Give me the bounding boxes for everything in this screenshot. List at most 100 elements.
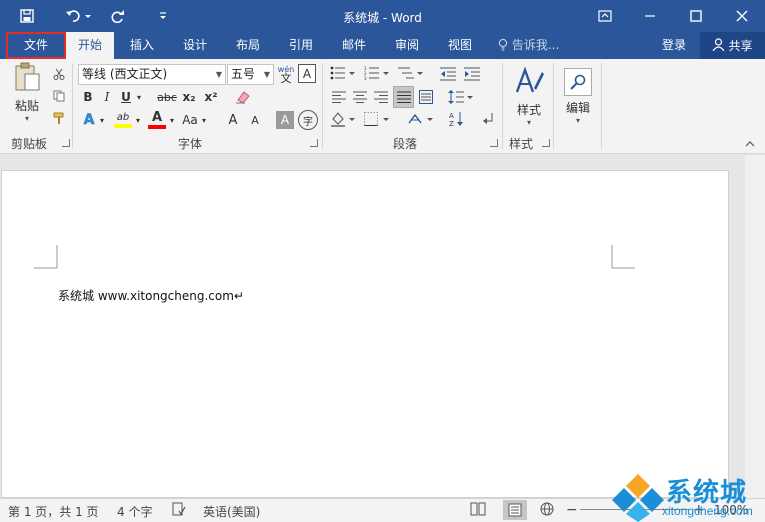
styles-label: 样式	[516, 102, 541, 117]
numbering-button[interactable]: 123	[362, 64, 392, 84]
sort-icon[interactable]: AZ	[447, 109, 467, 129]
superscript-button[interactable]: x²	[202, 88, 220, 106]
tell-me-box[interactable]: 告诉我...	[498, 32, 559, 59]
change-case-button[interactable]: Aa	[180, 110, 200, 130]
italic-button[interactable]: I	[99, 88, 115, 106]
styles-group-label: 样式	[509, 137, 534, 151]
maximize-icon[interactable]	[673, 0, 719, 32]
language-indicator[interactable]: 英语(美国)	[203, 503, 260, 520]
styles-dropdown-icon: ▾	[526, 117, 531, 127]
change-case-dropdown-icon[interactable]: ▾	[200, 110, 208, 130]
font-name-combo[interactable]: 等线 (西文正文) ▼	[78, 64, 226, 85]
tab-home[interactable]: 开始	[66, 32, 114, 59]
zoom-out-icon[interactable]: −	[566, 502, 578, 518]
vertical-scrollbar[interactable]	[745, 155, 765, 498]
styles-button[interactable]: 样式 ▾	[510, 63, 548, 129]
numbering-icon: 123	[364, 66, 390, 83]
paste-label: 粘贴	[14, 98, 39, 113]
enclose-characters-button[interactable]: 字	[298, 110, 318, 130]
show-formatting-marks-icon[interactable]	[480, 109, 496, 129]
tab-view[interactable]: 视图	[436, 32, 484, 59]
character-border-button[interactable]: A	[298, 64, 316, 83]
align-left-icon[interactable]	[330, 87, 348, 107]
font-size-combo[interactable]: 五号 ▼	[227, 64, 274, 85]
group-separator	[72, 63, 73, 149]
tab-references[interactable]: 引用	[277, 32, 325, 59]
font-size-value: 五号	[231, 67, 256, 81]
grow-font-button[interactable]: A	[224, 110, 242, 130]
styles-dialog-launcher[interactable]	[542, 139, 550, 147]
font-size-dropdown-icon: ▼	[263, 70, 270, 79]
styles-icon	[514, 65, 544, 99]
chinese-layout-icon[interactable]	[406, 109, 436, 129]
title-bar: 系统城 - Word	[0, 0, 765, 32]
line-spacing-icon[interactable]	[446, 87, 476, 107]
web-layout-icon[interactable]	[540, 502, 554, 519]
group-separator	[322, 63, 323, 149]
print-layout-icon[interactable]	[503, 500, 527, 520]
ribbon-tab-row: 文件 开始 插入 设计 布局 引用 邮件 审阅 视图 告诉我... 登录 共享	[0, 32, 765, 59]
font-dialog-launcher[interactable]	[310, 139, 318, 147]
clear-formatting-icon[interactable]	[233, 87, 253, 107]
phonetic-guide-char: 文	[280, 72, 292, 85]
multilevel-list-button[interactable]	[396, 64, 426, 84]
tab-design[interactable]: 设计	[171, 32, 219, 59]
copy-icon[interactable]	[50, 87, 68, 105]
font-color-button[interactable]: A	[146, 109, 168, 131]
borders-icon[interactable]	[362, 109, 392, 129]
sign-in-link[interactable]: 登录	[662, 32, 686, 59]
phonetic-guide-button[interactable]: wén 文	[276, 63, 296, 85]
word-count[interactable]: 4 个字	[117, 503, 152, 520]
close-icon[interactable]	[719, 0, 765, 32]
tab-layout[interactable]: 布局	[224, 32, 272, 59]
svg-text:Z: Z	[449, 120, 454, 127]
cut-icon[interactable]	[50, 65, 68, 83]
clipboard-group-label: 剪贴板	[11, 137, 48, 151]
clipboard-icon	[13, 62, 41, 95]
ribbon-home: 粘贴 ▾ 剪贴板 等线 (西文正文) ▼ 五号 ▼ wén 文 A B I U …	[0, 59, 765, 154]
tab-mailings[interactable]: 邮件	[330, 32, 378, 59]
strikethrough-button[interactable]: abc	[156, 88, 178, 106]
text-effects-button[interactable]: A	[80, 110, 98, 130]
decrease-indent-icon[interactable]	[438, 64, 458, 84]
tab-file[interactable]: 文件	[6, 32, 66, 59]
paragraph-dialog-launcher[interactable]	[490, 139, 498, 147]
text-effects-dropdown-icon[interactable]: ▾	[98, 110, 106, 130]
subscript-button[interactable]: x₂	[180, 88, 198, 106]
document-body-text[interactable]: 系统城 www.xitongcheng.com↵	[58, 287, 244, 304]
crop-mark-right	[611, 245, 635, 269]
tab-insert[interactable]: 插入	[118, 32, 166, 59]
document-area: 系统城 www.xitongcheng.com↵	[0, 155, 765, 498]
distributed-icon[interactable]	[417, 87, 435, 107]
ribbon-display-options-icon[interactable]	[582, 0, 628, 32]
person-icon	[712, 37, 725, 54]
align-center-icon[interactable]	[351, 87, 369, 107]
paste-button[interactable]: 粘贴 ▾	[8, 62, 46, 123]
collapse-ribbon-icon[interactable]	[745, 139, 755, 150]
minimize-icon[interactable]	[627, 0, 673, 32]
bullets-button[interactable]	[328, 64, 358, 84]
shading-icon[interactable]	[328, 109, 358, 129]
highlight-button[interactable]: ab	[112, 109, 134, 131]
page-count[interactable]: 第 1 页，共 1 页	[8, 503, 99, 520]
svg-text:A: A	[449, 112, 454, 120]
tab-review[interactable]: 审阅	[383, 32, 431, 59]
character-shading-button[interactable]: A	[276, 111, 294, 129]
font-name-dropdown-icon: ▼	[215, 70, 222, 79]
clipboard-dialog-launcher[interactable]	[62, 139, 70, 147]
proofing-icon[interactable]	[172, 502, 186, 519]
shrink-font-button[interactable]: A	[246, 110, 264, 130]
read-mode-icon[interactable]	[470, 502, 486, 519]
bold-button[interactable]: B	[80, 88, 96, 106]
highlight-dropdown-icon[interactable]: ▾	[134, 110, 142, 130]
share-button[interactable]: 共享	[700, 32, 765, 59]
editing-button[interactable]: 编辑 ▾	[560, 63, 596, 129]
justify-icon[interactable]	[393, 86, 414, 108]
format-painter-icon[interactable]	[50, 109, 68, 127]
underline-button[interactable]: U	[118, 88, 134, 106]
document-page[interactable]: 系统城 www.xitongcheng.com↵	[1, 170, 729, 498]
increase-indent-icon[interactable]	[462, 64, 482, 84]
font-color-dropdown-icon[interactable]: ▾	[168, 110, 176, 130]
underline-dropdown-icon[interactable]: ▾	[134, 88, 144, 106]
align-right-icon[interactable]	[372, 87, 390, 107]
